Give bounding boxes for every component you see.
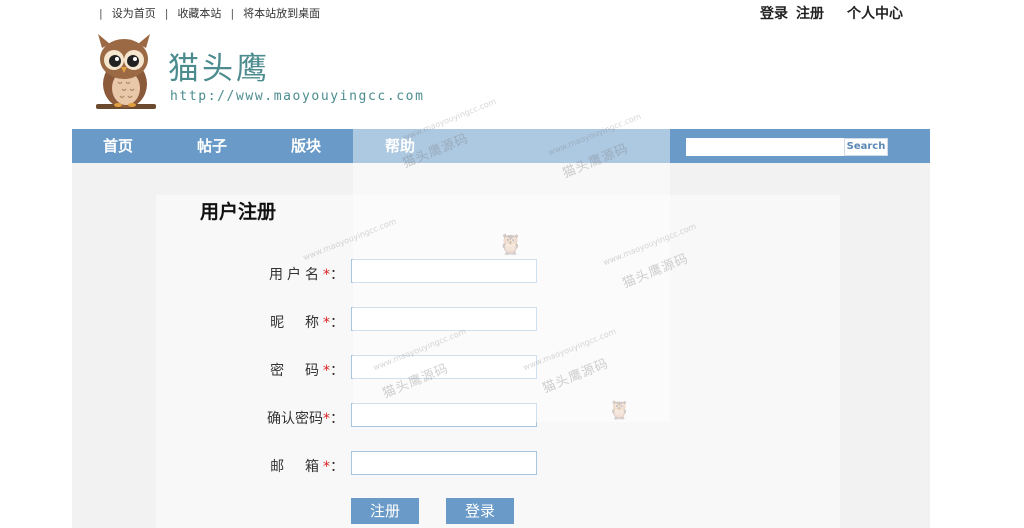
email-input[interactable] — [351, 451, 537, 475]
profile-link[interactable]: 个人中心 — [847, 3, 903, 23]
label-colon: ： — [330, 459, 344, 475]
register-link[interactable]: 注册 — [796, 3, 824, 23]
site-header: 猫头鹰 http://www.maoyouyingcc.com — [72, 24, 930, 129]
email-label: 邮 箱*： — [144, 456, 344, 476]
site-name[interactable]: 猫头鹰 — [168, 43, 270, 88]
label-text: 邮 箱 — [270, 459, 323, 475]
required-mark: * — [323, 411, 330, 427]
separator: | — [230, 7, 235, 20]
label-colon: ： — [330, 267, 344, 283]
nickname-label: 昵 称*： — [144, 312, 344, 332]
login-button[interactable]: 登录 — [446, 498, 514, 524]
top-links: | 设为首页 | 收藏本站 | 将本站放到桌面 — [90, 5, 320, 21]
label-text: 用户名 — [269, 267, 323, 283]
required-mark: * — [323, 459, 330, 475]
top-bar: | 设为首页 | 收藏本站 | 将本站放到桌面 登录 注册 个人中心 — [0, 0, 1024, 24]
required-mark: * — [323, 363, 330, 379]
set-homepage-link[interactable]: 设为首页 — [112, 7, 156, 20]
add-to-desktop-link[interactable]: 将本站放到桌面 — [243, 7, 320, 20]
label-colon: ： — [330, 315, 344, 331]
watermark-owl-icon: 🦉 — [608, 400, 631, 421]
search-input[interactable] — [686, 138, 844, 156]
label-text: 确认密码 — [267, 411, 323, 427]
register-button[interactable]: 注册 — [351, 498, 419, 524]
bookmark-link[interactable]: 收藏本站 — [177, 7, 221, 20]
required-mark: * — [323, 315, 330, 331]
label-text: 密 码 — [270, 363, 323, 379]
nav-home[interactable]: 首页 — [103, 129, 133, 163]
form-title: 用户注册 — [200, 201, 277, 223]
required-mark: * — [323, 267, 330, 283]
separator: | — [164, 7, 169, 20]
owl-logo-icon[interactable] — [90, 34, 160, 114]
watermark-owl-icon: 🦉 — [498, 232, 523, 256]
password-label: 密 码*： — [144, 360, 344, 380]
label-text: 昵 称 — [270, 315, 323, 331]
separator: | — [99, 7, 103, 20]
nav-posts[interactable]: 帖子 — [197, 129, 227, 163]
label-colon: ： — [330, 411, 344, 427]
confirm-password-label: 确认密码*： — [144, 408, 344, 428]
login-link[interactable]: 登录 — [760, 3, 788, 23]
label-colon: ： — [330, 363, 344, 379]
site-url: http://www.maoyouyingcc.com — [170, 89, 425, 104]
username-label: 用户名*： — [144, 264, 344, 284]
search-button[interactable]: Search — [844, 138, 888, 156]
nav-boards[interactable]: 版块 — [291, 129, 321, 163]
